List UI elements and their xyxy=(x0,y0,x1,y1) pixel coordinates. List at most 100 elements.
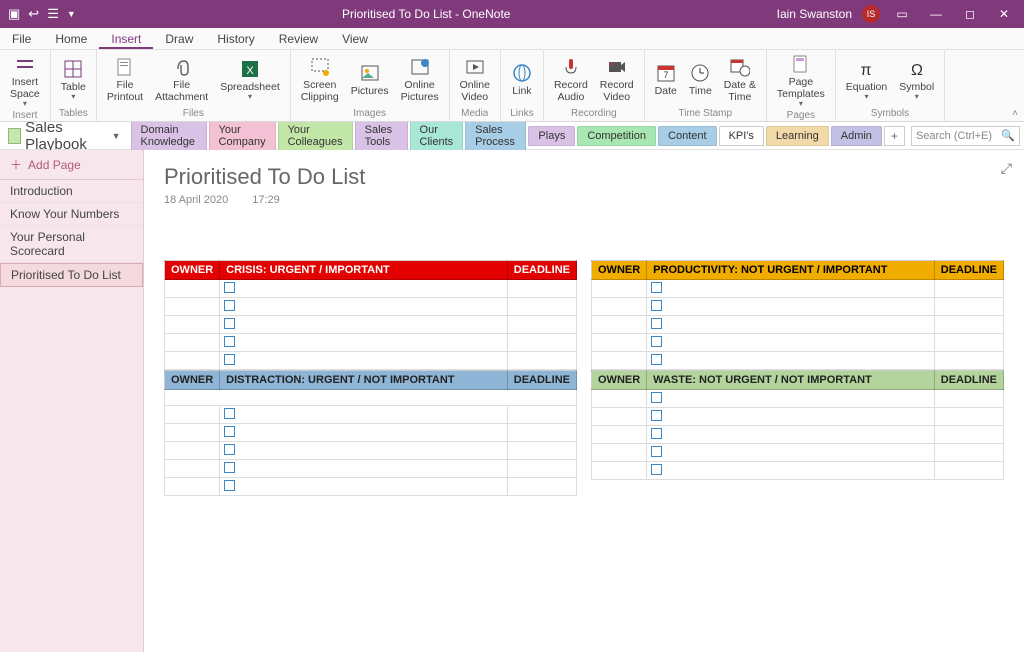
checkbox-icon[interactable] xyxy=(651,336,662,347)
table-row[interactable] xyxy=(165,352,577,370)
table-cell[interactable] xyxy=(647,280,935,298)
table-cell[interactable] xyxy=(165,460,220,478)
checkbox-icon[interactable] xyxy=(651,354,662,365)
table-row[interactable] xyxy=(165,460,577,478)
table-cell[interactable] xyxy=(647,298,935,316)
section-tab-domain-knowledge[interactable]: Domain Knowledge xyxy=(131,120,207,152)
table-cell[interactable] xyxy=(507,460,576,478)
checkbox-icon[interactable] xyxy=(224,354,235,365)
table-cell[interactable] xyxy=(165,352,220,370)
checkbox-icon[interactable] xyxy=(224,480,235,491)
qat-onenote-icon[interactable]: ▣ xyxy=(8,6,20,22)
section-tab-your-company[interactable]: Your Company xyxy=(209,120,276,152)
ribbon-btn-file-printout[interactable]: FilePrintout xyxy=(103,55,147,104)
table-cell[interactable] xyxy=(592,352,647,370)
table-cell[interactable] xyxy=(165,406,220,424)
qat-undo-icon[interactable]: ↩ xyxy=(28,6,39,22)
table-cell[interactable] xyxy=(220,406,508,424)
ribbon-btn-record-video[interactable]: RecordVideo xyxy=(596,55,638,104)
section-tab-content[interactable]: Content xyxy=(658,126,717,146)
ribbon-btn-date-time[interactable]: Date &Time xyxy=(720,55,760,104)
ribbon-btn-pictures[interactable]: Pictures xyxy=(347,61,393,99)
ribbon-btn-insert-space[interactable]: InsertSpace▾ xyxy=(6,52,44,110)
table-row[interactable] xyxy=(165,478,577,496)
table-cell[interactable] xyxy=(647,444,935,462)
menu-tab-draw[interactable]: Draw xyxy=(153,28,205,49)
page-canvas[interactable]: ⤢ Prioritised To Do List 18 April 2020 1… xyxy=(144,150,1024,652)
ribbon-btn-page-templates[interactable]: PageTemplates▾ xyxy=(773,52,829,110)
section-tab-learning[interactable]: Learning xyxy=(766,126,829,146)
checkbox-icon[interactable] xyxy=(651,428,662,439)
section-tab-our-clients[interactable]: Our Clients xyxy=(410,120,464,152)
section-tab-your-colleagues[interactable]: Your Colleagues xyxy=(278,120,353,152)
table-cell[interactable] xyxy=(592,316,647,334)
qat-touch-icon[interactable]: ☰ xyxy=(47,6,59,22)
table-cell[interactable] xyxy=(220,442,508,460)
table-cell[interactable] xyxy=(507,334,576,352)
table-cell[interactable] xyxy=(592,334,647,352)
ribbon-btn-date[interactable]: 7Date xyxy=(651,61,681,99)
table-cell[interactable] xyxy=(934,298,1003,316)
table-row[interactable] xyxy=(592,298,1004,316)
table-row[interactable] xyxy=(592,426,1004,444)
ribbon-btn-record-audio[interactable]: RecordAudio xyxy=(550,55,592,104)
table-cell[interactable] xyxy=(165,316,220,334)
table-cell[interactable] xyxy=(934,462,1003,480)
table-cell[interactable] xyxy=(507,280,576,298)
user-name[interactable]: Iain Swanston xyxy=(777,7,852,21)
table-cell[interactable] xyxy=(934,444,1003,462)
page-item-prioritised-to-do-list[interactable]: Prioritised To Do List xyxy=(0,263,143,287)
checkbox-icon[interactable] xyxy=(651,464,662,475)
table-cell[interactable] xyxy=(507,352,576,370)
table-cell[interactable] xyxy=(507,316,576,334)
ribbon-btn-symbol[interactable]: ΩSymbol▾ xyxy=(895,57,938,103)
checkbox-icon[interactable] xyxy=(651,410,662,421)
table-cell[interactable] xyxy=(507,406,576,424)
table-cell[interactable] xyxy=(934,334,1003,352)
menu-tab-file[interactable]: File xyxy=(0,28,43,49)
table-cell[interactable] xyxy=(592,462,647,480)
ribbon-btn-table[interactable]: Table▾ xyxy=(57,57,90,103)
section-tab-admin[interactable]: Admin xyxy=(831,126,882,146)
table-cell[interactable] xyxy=(934,390,1003,408)
table-cell[interactable] xyxy=(165,478,220,496)
section-tab-competition[interactable]: Competition xyxy=(577,126,656,146)
table-cell[interactable] xyxy=(220,316,508,334)
table-cell[interactable] xyxy=(220,298,508,316)
table-cell[interactable] xyxy=(592,390,647,408)
section-tab-plays[interactable]: Plays xyxy=(528,126,575,146)
table-cell[interactable] xyxy=(592,280,647,298)
checkbox-icon[interactable] xyxy=(224,282,235,293)
table-row[interactable] xyxy=(165,298,577,316)
table-cell[interactable] xyxy=(647,316,935,334)
checkbox-icon[interactable] xyxy=(224,336,235,347)
checkbox-icon[interactable] xyxy=(651,300,662,311)
table-cell[interactable] xyxy=(934,408,1003,426)
table-cell[interactable] xyxy=(165,424,220,442)
table-cell[interactable] xyxy=(934,352,1003,370)
table-row[interactable] xyxy=(592,280,1004,298)
table-row[interactable] xyxy=(165,316,577,334)
table-cell[interactable] xyxy=(647,390,935,408)
table-row[interactable] xyxy=(165,442,577,460)
table-cell[interactable] xyxy=(507,424,576,442)
ribbon-btn-spreadsheet[interactable]: XSpreadsheet▾ xyxy=(216,57,284,103)
table-cell[interactable] xyxy=(165,298,220,316)
ribbon-btn-online-video[interactable]: OnlineVideo xyxy=(456,55,494,104)
checkbox-icon[interactable] xyxy=(224,444,235,455)
table-cell[interactable] xyxy=(647,408,935,426)
table-cell[interactable] xyxy=(220,352,508,370)
table-cell[interactable] xyxy=(507,298,576,316)
menu-tab-insert[interactable]: Insert xyxy=(99,28,153,49)
table-cell[interactable] xyxy=(647,334,935,352)
menu-tab-review[interactable]: Review xyxy=(267,28,330,49)
page-item-your-personal-scorecard[interactable]: Your Personal Scorecard xyxy=(0,226,143,263)
menu-tab-history[interactable]: History xyxy=(205,28,266,49)
table-cell[interactable] xyxy=(165,280,220,298)
checkbox-icon[interactable] xyxy=(224,462,235,473)
table-row[interactable] xyxy=(165,334,577,352)
table-cell[interactable] xyxy=(165,334,220,352)
page-date[interactable]: 18 April 2020 xyxy=(164,194,228,206)
table-cell[interactable] xyxy=(507,478,576,496)
ribbon-btn-file-attachment[interactable]: FileAttachment xyxy=(151,55,212,104)
